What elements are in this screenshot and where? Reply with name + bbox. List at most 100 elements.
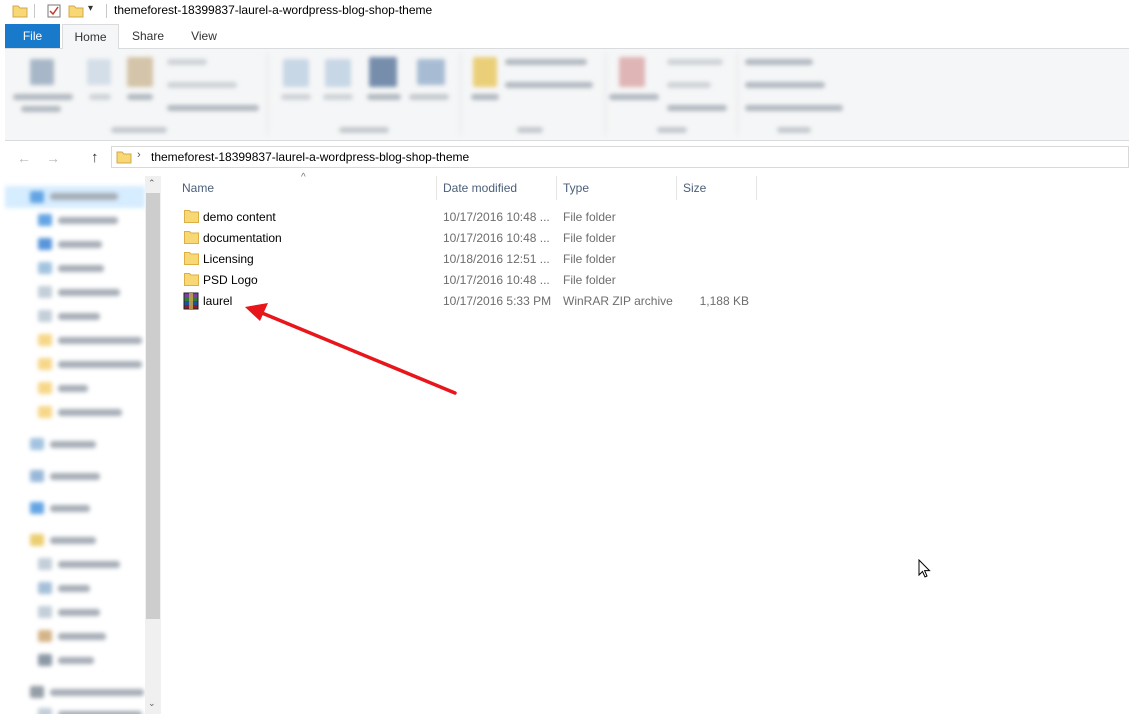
ribbon-tabs: File Home Share View bbox=[0, 24, 1129, 49]
music-label[interactable] bbox=[58, 585, 90, 592]
dropbox-label[interactable] bbox=[58, 265, 104, 272]
folder-icon bbox=[38, 382, 52, 394]
file-row[interactable]: documentation 10/17/2016 10:48 ... File … bbox=[178, 228, 758, 249]
mouse-cursor-icon bbox=[918, 559, 931, 578]
window-title: themeforest-18399837-laurel-a-wordpress-… bbox=[114, 3, 433, 17]
libraries-label[interactable] bbox=[50, 537, 96, 544]
pictures-label[interactable] bbox=[58, 609, 100, 616]
videos-label[interactable] bbox=[58, 657, 94, 664]
breadcrumb-path[interactable]: themeforest-18399837-laurel-a-wordpress-… bbox=[151, 150, 469, 164]
file-row[interactable]: PSD Logo 10/17/2016 10:48 ... File folde… bbox=[178, 270, 758, 291]
scrollbar-thumb[interactable] bbox=[146, 193, 160, 619]
dropbox-icon bbox=[38, 262, 52, 274]
drive-label[interactable] bbox=[50, 689, 144, 696]
open-label[interactable] bbox=[667, 59, 723, 65]
folder-label[interactable] bbox=[58, 409, 122, 416]
desktop-label[interactable] bbox=[58, 241, 102, 248]
paste-shortcut-label[interactable] bbox=[167, 105, 259, 111]
file-type: File folder bbox=[563, 231, 616, 245]
folder-label[interactable] bbox=[58, 361, 142, 368]
rename-label bbox=[409, 94, 449, 100]
tab-share[interactable]: Share bbox=[122, 24, 174, 48]
organize-group-label bbox=[339, 127, 389, 133]
delete-icon[interactable] bbox=[369, 57, 397, 87]
file-row[interactable]: laurel 10/17/2016 5:33 PM WinRAR ZIP arc… bbox=[178, 291, 758, 312]
folder-icon bbox=[184, 273, 199, 286]
this-pc-icon bbox=[30, 502, 44, 514]
history-label[interactable] bbox=[667, 105, 727, 111]
ribbon-group-divider bbox=[267, 53, 268, 135]
folder-icon bbox=[38, 334, 52, 346]
move-to-icon[interactable] bbox=[283, 59, 309, 87]
tab-view[interactable]: View bbox=[178, 24, 230, 48]
documents-label[interactable] bbox=[58, 289, 120, 296]
select-none-label[interactable] bbox=[745, 82, 825, 88]
invert-selection-label[interactable] bbox=[745, 105, 843, 111]
new-item-label[interactable] bbox=[505, 59, 587, 65]
cut-label[interactable] bbox=[167, 59, 207, 65]
properties-icon[interactable] bbox=[619, 57, 645, 87]
title-bar: ▾ themeforest-18399837-laurel-a-wordpres… bbox=[0, 0, 1129, 22]
copy-path-label[interactable] bbox=[167, 82, 237, 88]
paste-label bbox=[127, 94, 153, 100]
folder-icon bbox=[116, 151, 132, 164]
file-date: 10/17/2016 10:48 ... bbox=[443, 273, 550, 287]
column-header-name[interactable]: Name bbox=[182, 181, 214, 195]
drive-icon bbox=[30, 686, 44, 698]
tab-home[interactable]: Home bbox=[62, 24, 119, 49]
column-header-date-modified[interactable]: Date modified bbox=[443, 181, 517, 195]
rename-icon[interactable] bbox=[417, 59, 445, 85]
pictures-label[interactable] bbox=[58, 313, 100, 320]
new-folder-icon[interactable] bbox=[68, 3, 84, 19]
column-header-size[interactable]: Size bbox=[683, 181, 706, 195]
copy-icon[interactable] bbox=[87, 59, 111, 85]
select-all-label[interactable] bbox=[745, 59, 813, 65]
libraries-icon bbox=[30, 534, 44, 546]
file-row[interactable]: Licensing 10/18/2016 12:51 ... File fold… bbox=[178, 249, 758, 270]
back-button[interactable]: ← bbox=[17, 150, 31, 166]
file-name: PSD Logo bbox=[203, 273, 258, 287]
winrar-archive-icon bbox=[183, 292, 199, 310]
folder-label[interactable] bbox=[58, 337, 142, 344]
column-divider[interactable] bbox=[556, 176, 557, 200]
easy-access-label[interactable] bbox=[505, 82, 593, 88]
file-date: 10/17/2016 10:48 ... bbox=[443, 210, 550, 224]
paste-icon[interactable] bbox=[127, 57, 153, 87]
documents-label[interactable] bbox=[58, 561, 120, 568]
properties-check-icon[interactable] bbox=[46, 3, 62, 19]
folder-label[interactable] bbox=[58, 385, 88, 392]
qat-customize-dropdown[interactable]: ▾ bbox=[88, 3, 93, 14]
column-header-type[interactable]: Type bbox=[563, 181, 589, 195]
desktop-icon bbox=[38, 238, 52, 250]
downloads-label[interactable] bbox=[58, 217, 118, 224]
this-pc-label[interactable] bbox=[50, 505, 90, 512]
onedrive-label[interactable] bbox=[50, 473, 100, 480]
folder-icon bbox=[38, 708, 52, 714]
folder-icon[interactable] bbox=[12, 3, 28, 19]
column-divider[interactable] bbox=[676, 176, 677, 200]
documents-icon bbox=[38, 286, 52, 298]
podcasts-label[interactable] bbox=[58, 633, 106, 640]
file-name: documentation bbox=[203, 231, 282, 245]
breadcrumb-chevron[interactable]: › bbox=[137, 149, 141, 161]
tab-file[interactable]: File bbox=[5, 24, 60, 48]
file-row[interactable]: demo content 10/17/2016 10:48 ... File f… bbox=[178, 207, 758, 228]
up-button[interactable]: ↑ bbox=[91, 149, 99, 166]
column-divider[interactable] bbox=[436, 176, 437, 200]
scroll-down-button[interactable]: ⌄ bbox=[148, 698, 156, 709]
edit-label[interactable] bbox=[667, 82, 711, 88]
quick-access-label[interactable] bbox=[50, 193, 118, 200]
file-date: 10/17/2016 10:48 ... bbox=[443, 231, 550, 245]
ribbon-group-divider bbox=[460, 53, 461, 135]
column-divider[interactable] bbox=[756, 176, 757, 200]
dropbox-icon bbox=[30, 438, 44, 450]
dropbox-label[interactable] bbox=[50, 441, 96, 448]
copy-to-icon[interactable] bbox=[325, 59, 351, 87]
new-folder-icon[interactable] bbox=[473, 57, 497, 87]
file-date: 10/17/2016 5:33 PM bbox=[443, 294, 552, 308]
scroll-up-button[interactable]: ⌃ bbox=[148, 178, 156, 189]
forward-button[interactable]: → bbox=[46, 150, 60, 166]
select-group-label bbox=[777, 127, 811, 133]
pin-icon[interactable] bbox=[30, 59, 54, 85]
delete-label bbox=[367, 94, 401, 100]
